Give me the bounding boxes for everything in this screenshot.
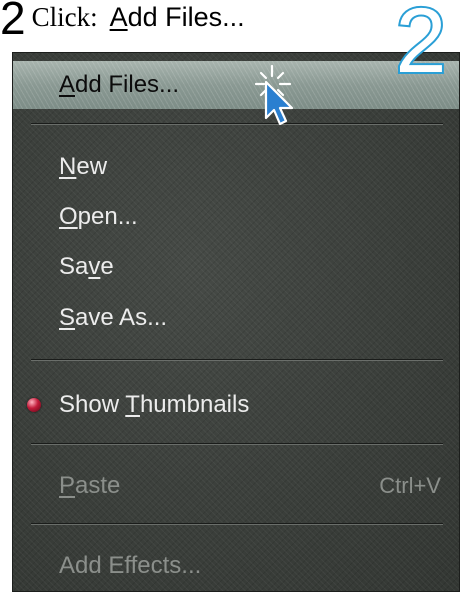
menu-separator xyxy=(31,359,443,361)
mnemonic-letter: T xyxy=(125,391,140,418)
tutorial-step: 2 Click: Add Files... Add Files... New O… xyxy=(0,0,475,592)
file-menu: Add Files... New Open... Save Save As...… xyxy=(12,52,460,592)
mnemonic-letter: A xyxy=(59,71,76,98)
step-target: Add Files... xyxy=(110,0,245,34)
mnemonic-letter: P xyxy=(59,472,76,499)
menu-item-save-as[interactable]: Save As... xyxy=(13,296,459,340)
mnemonic-letter: O xyxy=(59,203,78,230)
step-number: 2 xyxy=(0,0,26,44)
menu-item-label: Open... xyxy=(59,203,138,230)
menu-item-save[interactable]: Save xyxy=(13,245,459,289)
menu-item-open[interactable]: Open... xyxy=(13,195,459,239)
menu-item-show-thumbnails[interactable]: Show Thumbnails xyxy=(13,381,459,429)
menu-item-label: Paste xyxy=(59,472,121,499)
menu-item-label: Save xyxy=(59,253,114,280)
menu-item-label: New xyxy=(59,153,108,180)
shortcut-label: Ctrl+V xyxy=(379,473,441,498)
menu-separator xyxy=(31,523,443,525)
menu-separator xyxy=(31,443,443,445)
menu-item-add-effects: Add Effects... xyxy=(13,543,459,589)
menu-item-label: Add Files... xyxy=(59,71,180,98)
menu-separator xyxy=(31,123,443,125)
step-badge-number: 2 xyxy=(395,0,446,82)
menu-item-label: Save As... xyxy=(59,304,168,331)
mnemonic-letter: v xyxy=(88,253,101,280)
step-badge: 2 xyxy=(393,0,448,82)
menu-item-label: Add Effects... xyxy=(59,552,202,579)
mnemonic-letter: S xyxy=(59,304,76,331)
check-bullet-icon xyxy=(27,398,41,412)
mnemonic-letter: N xyxy=(59,153,77,180)
step-verb: Click: xyxy=(31,2,98,32)
mouse-pointer-icon xyxy=(254,64,294,126)
menu-item-new[interactable]: New xyxy=(13,145,459,189)
menu-item-paste: Paste Ctrl+V xyxy=(13,463,459,509)
step-target-rest: dd Files... xyxy=(127,2,245,32)
menu-item-label: Show Thumbnails xyxy=(59,391,250,418)
instruction-line: 2 Click: Add Files... xyxy=(0,0,245,50)
step-target-mnemonic: A xyxy=(109,2,128,32)
